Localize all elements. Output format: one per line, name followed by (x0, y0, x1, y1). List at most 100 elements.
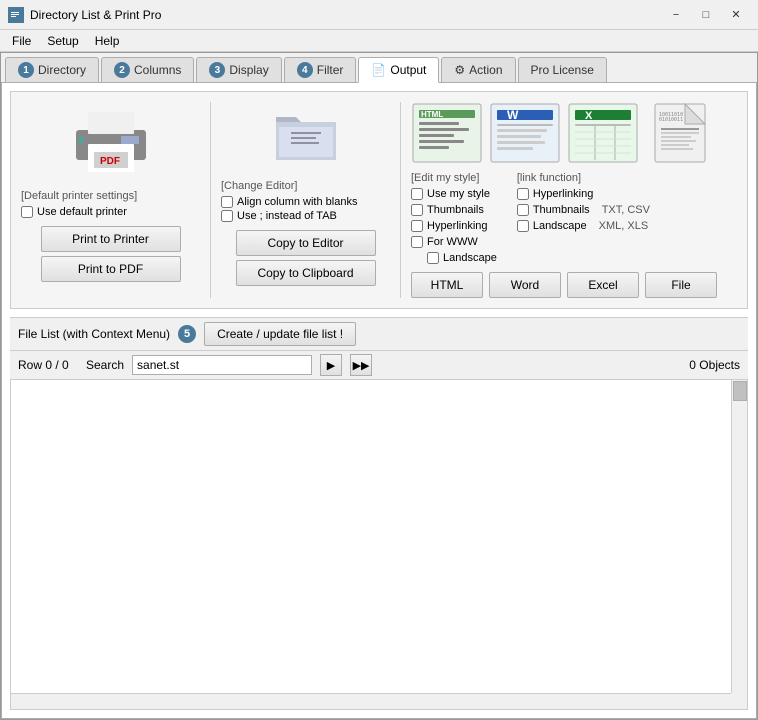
step-badge: 5 (178, 325, 196, 343)
format-options: [Edit my style] Use my style Thumbnails … (411, 172, 737, 266)
use-my-style-row: Use my style (411, 188, 490, 200)
folder-icon (271, 102, 341, 172)
link-function-label: [link function] (517, 172, 650, 184)
use-default-checkbox-row: Use default printer (21, 206, 127, 218)
use-default-label: Use default printer (37, 206, 127, 218)
file-list-label: File List (with Context Menu) (18, 327, 170, 341)
row-label: Row 0 / 0 (18, 358, 78, 372)
objects-label: 0 Objects (689, 358, 740, 372)
right-options-col: [link function] Hyperlinking Thumbnails … (517, 172, 650, 266)
xml-xls-label: XML, XLS (599, 220, 649, 232)
svg-text:01010011: 01010011 (659, 117, 683, 123)
tabs-bar: 1 Directory 2 Columns 3 Display 4 Filter… (1, 53, 757, 83)
svg-text:W: W (507, 108, 519, 122)
change-editor-label: [Change Editor] (221, 180, 297, 192)
thumbnails-left-checkbox[interactable] (411, 204, 423, 216)
landscape-left-row: Landscape (427, 252, 497, 264)
tab-label-display: Display (229, 63, 268, 77)
left-options-col: [Edit my style] Use my style Thumbnails … (411, 172, 497, 266)
search-last-button[interactable]: ▶▶ (350, 354, 372, 376)
print-section: PDF [Default printer settings] Use defau… (21, 102, 211, 298)
print-to-printer-button[interactable]: Print to Printer (41, 226, 181, 252)
semicolon-checkbox-row: Use ; instead of TAB (221, 210, 337, 222)
tab-filter[interactable]: 4 Filter (284, 57, 357, 82)
tab-label-output: Output (390, 63, 426, 77)
create-file-list-button[interactable]: Create / update file list ! (204, 322, 356, 346)
menu-bar: File Setup Help (0, 30, 758, 52)
excel-button[interactable]: Excel (567, 272, 639, 298)
menu-help[interactable]: Help (87, 32, 128, 50)
hyperlinking-left-row: Hyperlinking (411, 220, 488, 232)
app-title: Directory List & Print Pro (30, 8, 662, 22)
landscape-left-checkbox[interactable] (427, 252, 439, 264)
print-to-pdf-button[interactable]: Print to PDF (41, 256, 181, 282)
word-button[interactable]: Word (489, 272, 561, 298)
menu-setup[interactable]: Setup (39, 32, 86, 50)
hyperlinking-right-row: Hyperlinking (517, 188, 594, 200)
tab-label-prolicense: Pro License (531, 63, 594, 77)
for-www-row: For WWW (411, 236, 478, 248)
tab-number-display: 3 (209, 62, 225, 78)
search-next-button[interactable]: ▶ (320, 354, 342, 376)
format-buttons-row: HTML Word Excel File (411, 272, 737, 298)
semicolon-label: Use ; instead of TAB (237, 210, 337, 222)
align-column-label: Align column with blanks (237, 196, 357, 208)
thumbnails-left-label: Thumbnails (427, 204, 484, 216)
window-controls: − □ ✕ (662, 5, 750, 25)
use-my-style-label: Use my style (427, 188, 490, 200)
maximize-button[interactable]: □ (692, 5, 720, 25)
edit-style-label: [Edit my style] (411, 172, 497, 184)
tab-directory[interactable]: 1 Directory (5, 57, 99, 82)
txt-csv-label: TXT, CSV (602, 204, 650, 216)
app-icon (8, 7, 24, 23)
thumbnails-right-checkbox[interactable] (517, 204, 529, 216)
file-list-area (10, 379, 748, 710)
svg-text:X: X (585, 110, 593, 122)
tab-columns[interactable]: 2 Columns (101, 57, 194, 82)
file-list-bar: File List (with Context Menu) 5 Create /… (10, 317, 748, 350)
for-www-checkbox[interactable] (411, 236, 423, 248)
tab-number-filter: 4 (297, 62, 313, 78)
html-button[interactable]: HTML (411, 272, 483, 298)
semicolon-checkbox[interactable] (221, 210, 233, 222)
search-bar: Row 0 / 0 Search ▶ ▶▶ 0 Objects (10, 350, 748, 379)
copy-to-editor-button[interactable]: Copy to Editor (236, 230, 376, 256)
tab-prolicense[interactable]: Pro License (518, 57, 607, 82)
use-my-style-checkbox[interactable] (411, 188, 423, 200)
svg-text:PDF: PDF (100, 156, 120, 167)
landscape-right-row: Landscape XML, XLS (517, 220, 648, 232)
horizontal-scrollbar[interactable] (11, 693, 731, 709)
printer-icon: PDF (66, 102, 156, 182)
editor-section: [Change Editor] Align column with blanks… (211, 102, 401, 298)
search-label: Search (86, 358, 124, 372)
title-bar: Directory List & Print Pro − □ ✕ (0, 0, 758, 30)
default-printer-label: [Default printer settings] (21, 190, 137, 202)
align-column-checkbox[interactable] (221, 196, 233, 208)
scrollbar-corner (731, 693, 747, 709)
copy-to-clipboard-button[interactable]: Copy to Clipboard (236, 260, 376, 286)
tab-output[interactable]: 📄 Output (358, 57, 439, 83)
main-window: 1 Directory 2 Columns 3 Display 4 Filter… (0, 52, 758, 720)
for-www-label: For WWW (427, 236, 478, 248)
minimize-button[interactable]: − (662, 5, 690, 25)
format-icons-row: HTML W (411, 102, 737, 164)
use-default-checkbox[interactable] (21, 206, 33, 218)
hyperlinking-left-checkbox[interactable] (411, 220, 423, 232)
tab-label-filter: Filter (317, 63, 344, 77)
vertical-scrollbar[interactable] (731, 380, 747, 693)
file-button[interactable]: File (645, 272, 717, 298)
close-button[interactable]: ✕ (722, 5, 750, 25)
search-input[interactable] (132, 355, 312, 375)
format-section: HTML W (401, 102, 737, 298)
menu-file[interactable]: File (4, 32, 39, 50)
landscape-right-checkbox[interactable] (517, 220, 529, 232)
svg-text:HTML: HTML (421, 110, 443, 119)
tab-label-directory: Directory (38, 63, 86, 77)
word-format-icon: W (489, 102, 561, 164)
tab-label-action: Action (469, 63, 502, 77)
hyperlinking-right-label: Hyperlinking (533, 188, 594, 200)
hyperlinking-right-checkbox[interactable] (517, 188, 529, 200)
scrollbar-thumb-v[interactable] (733, 381, 747, 401)
tab-display[interactable]: 3 Display (196, 57, 281, 82)
tab-action[interactable]: ⚙ Action (441, 57, 515, 82)
